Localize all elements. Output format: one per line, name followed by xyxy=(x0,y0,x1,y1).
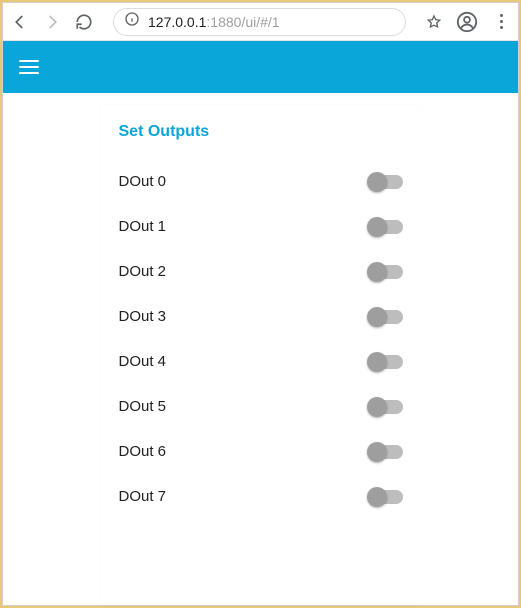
menu-icon[interactable] xyxy=(19,60,39,74)
output-row: DOut 3 xyxy=(101,294,421,339)
output-switch[interactable] xyxy=(369,175,403,189)
output-switch[interactable] xyxy=(369,490,403,504)
address-bar[interactable]: 127.0.0.1:1880/ui/#/1 xyxy=(113,8,406,36)
output-row: DOut 2 xyxy=(101,249,421,294)
output-row: DOut 1 xyxy=(101,204,421,249)
output-row: DOut 5 xyxy=(101,384,421,429)
output-label: DOut 6 xyxy=(119,443,167,460)
app-viewport: Set Outputs DOut 0 DOut 1 DOut 2 DOut 3 DOut… xyxy=(3,41,518,605)
output-switch[interactable] xyxy=(369,265,403,279)
site-info-icon[interactable] xyxy=(124,11,140,32)
forward-button[interactable] xyxy=(43,13,61,31)
output-label: DOut 0 xyxy=(119,173,167,190)
bookmark-star-icon[interactable] xyxy=(426,14,442,30)
url-text: 127.0.0.1:1880/ui/#/1 xyxy=(148,14,280,30)
switch-knob xyxy=(367,307,387,327)
app-body: Set Outputs DOut 0 DOut 1 DOut 2 DOut 3 DOut… xyxy=(3,93,518,605)
browser-toolbar: 127.0.0.1:1880/ui/#/1 xyxy=(3,3,518,41)
output-label: DOut 4 xyxy=(119,353,167,370)
outputs-card: Set Outputs DOut 0 DOut 1 DOut 2 DOut 3 DOut… xyxy=(101,105,421,605)
output-label: DOut 7 xyxy=(119,488,167,505)
output-switch[interactable] xyxy=(369,400,403,414)
switch-knob xyxy=(367,487,387,507)
app-header xyxy=(3,41,518,93)
browser-menu-icon[interactable] xyxy=(492,14,510,29)
switch-knob xyxy=(367,352,387,372)
switch-knob xyxy=(367,442,387,462)
back-button[interactable] xyxy=(11,13,29,31)
switch-knob xyxy=(367,262,387,282)
output-label: DOut 1 xyxy=(119,218,167,235)
output-switch[interactable] xyxy=(369,220,403,234)
browser-window: 127.0.0.1:1880/ui/#/1 Set Outputs DOut 0… xyxy=(2,2,519,606)
switch-knob xyxy=(367,172,387,192)
output-row: DOut 0 xyxy=(101,159,421,204)
reload-button[interactable] xyxy=(75,13,93,31)
card-title: Set Outputs xyxy=(101,113,421,159)
output-label: DOut 3 xyxy=(119,308,167,325)
switch-knob xyxy=(367,397,387,417)
output-row: DOut 4 xyxy=(101,339,421,384)
output-row: DOut 6 xyxy=(101,429,421,474)
output-label: DOut 5 xyxy=(119,398,167,415)
output-label: DOut 2 xyxy=(119,263,167,280)
output-switch[interactable] xyxy=(369,355,403,369)
output-switch[interactable] xyxy=(369,445,403,459)
output-switch[interactable] xyxy=(369,310,403,324)
output-row: DOut 7 xyxy=(101,474,421,519)
switch-knob xyxy=(367,217,387,237)
profile-icon[interactable] xyxy=(456,11,478,33)
